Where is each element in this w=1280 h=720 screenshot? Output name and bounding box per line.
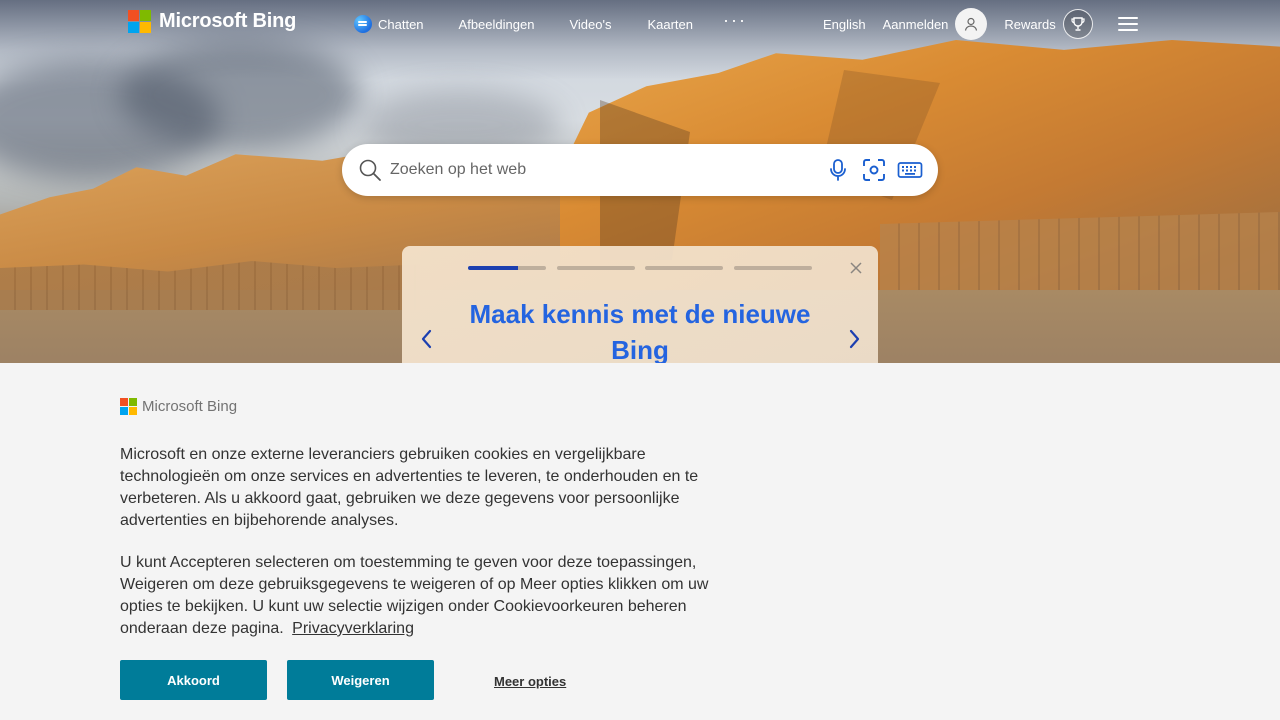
top-bar: Microsoft Bing Chatten Afbeeldingen Vide… bbox=[0, 0, 1280, 48]
carousel-progress-3[interactable] bbox=[645, 266, 723, 270]
cloud bbox=[120, 40, 360, 150]
hamburger-icon[interactable] bbox=[1117, 17, 1138, 31]
cookie-consent-panel: Microsoft Bing Microsoft en onze externe… bbox=[0, 363, 1280, 720]
consent-logo: Microsoft Bing bbox=[120, 398, 237, 415]
carousel-progress-2[interactable] bbox=[557, 266, 635, 270]
reject-button[interactable]: Weigeren bbox=[287, 660, 434, 700]
microsoft-logo-icon bbox=[120, 398, 137, 415]
search-icon[interactable] bbox=[358, 158, 382, 182]
header-right: English Aanmelden Rewards bbox=[823, 0, 1138, 48]
nav-item-images[interactable]: Afbeeldingen bbox=[459, 17, 535, 32]
nav-label: Kaarten bbox=[647, 16, 693, 32]
microphone-icon[interactable] bbox=[826, 157, 850, 183]
logo-text: Microsoft Bing bbox=[159, 10, 297, 32]
nav-item-maps[interactable]: Kaarten bbox=[647, 17, 693, 32]
trophy-icon[interactable] bbox=[1062, 9, 1093, 39]
more-options-link[interactable]: Meer opties bbox=[494, 674, 566, 689]
privacy-link[interactable]: Privacyverklaring bbox=[292, 620, 414, 637]
microsoft-logo-icon bbox=[128, 10, 151, 33]
more-nav-button[interactable]: ··· bbox=[723, 10, 747, 31]
close-icon[interactable] bbox=[848, 260, 864, 276]
bing-logo[interactable]: Microsoft Bing bbox=[128, 10, 296, 33]
search-box bbox=[342, 144, 938, 196]
consent-logo-text: Microsoft Bing bbox=[142, 398, 238, 415]
carousel-progress-1[interactable] bbox=[468, 266, 546, 270]
user-icon[interactable] bbox=[955, 8, 988, 40]
main-nav: Chatten Afbeeldingen Video's Kaarten ··· bbox=[352, 0, 747, 48]
keyboard-icon[interactable] bbox=[897, 157, 923, 183]
accept-button[interactable]: Akkoord bbox=[120, 660, 267, 700]
language-link[interactable]: English bbox=[823, 17, 866, 32]
nav-item-chat[interactable]: Chatten bbox=[354, 15, 424, 33]
chevron-right-icon[interactable] bbox=[845, 328, 863, 350]
chevron-left-icon[interactable] bbox=[418, 328, 436, 350]
carousel-title[interactable]: Maak kennis met de nieuwe Bing bbox=[452, 296, 828, 368]
signin-link[interactable]: Aanmelden bbox=[883, 17, 949, 32]
consent-paragraph-2: U kunt Accepteren selecteren om toestemm… bbox=[120, 552, 720, 640]
nav-label: Video's bbox=[569, 16, 612, 32]
rewards-link[interactable]: Rewards bbox=[1004, 17, 1055, 32]
consent-paragraph-1: Microsoft en onze externe leveranciers g… bbox=[120, 446, 699, 529]
nav-item-videos[interactable]: Video's bbox=[569, 17, 611, 32]
copilot-chat-icon bbox=[354, 15, 372, 33]
visual-search-icon[interactable] bbox=[861, 157, 887, 183]
search-input[interactable] bbox=[390, 144, 810, 196]
nav-label: Afbeeldingen bbox=[458, 16, 535, 32]
nav-label: Chatten bbox=[378, 16, 424, 32]
carousel-progress-4[interactable] bbox=[734, 266, 812, 270]
consent-paragraph-2-text: U kunt Accepteren selecteren om toestemm… bbox=[120, 554, 709, 637]
